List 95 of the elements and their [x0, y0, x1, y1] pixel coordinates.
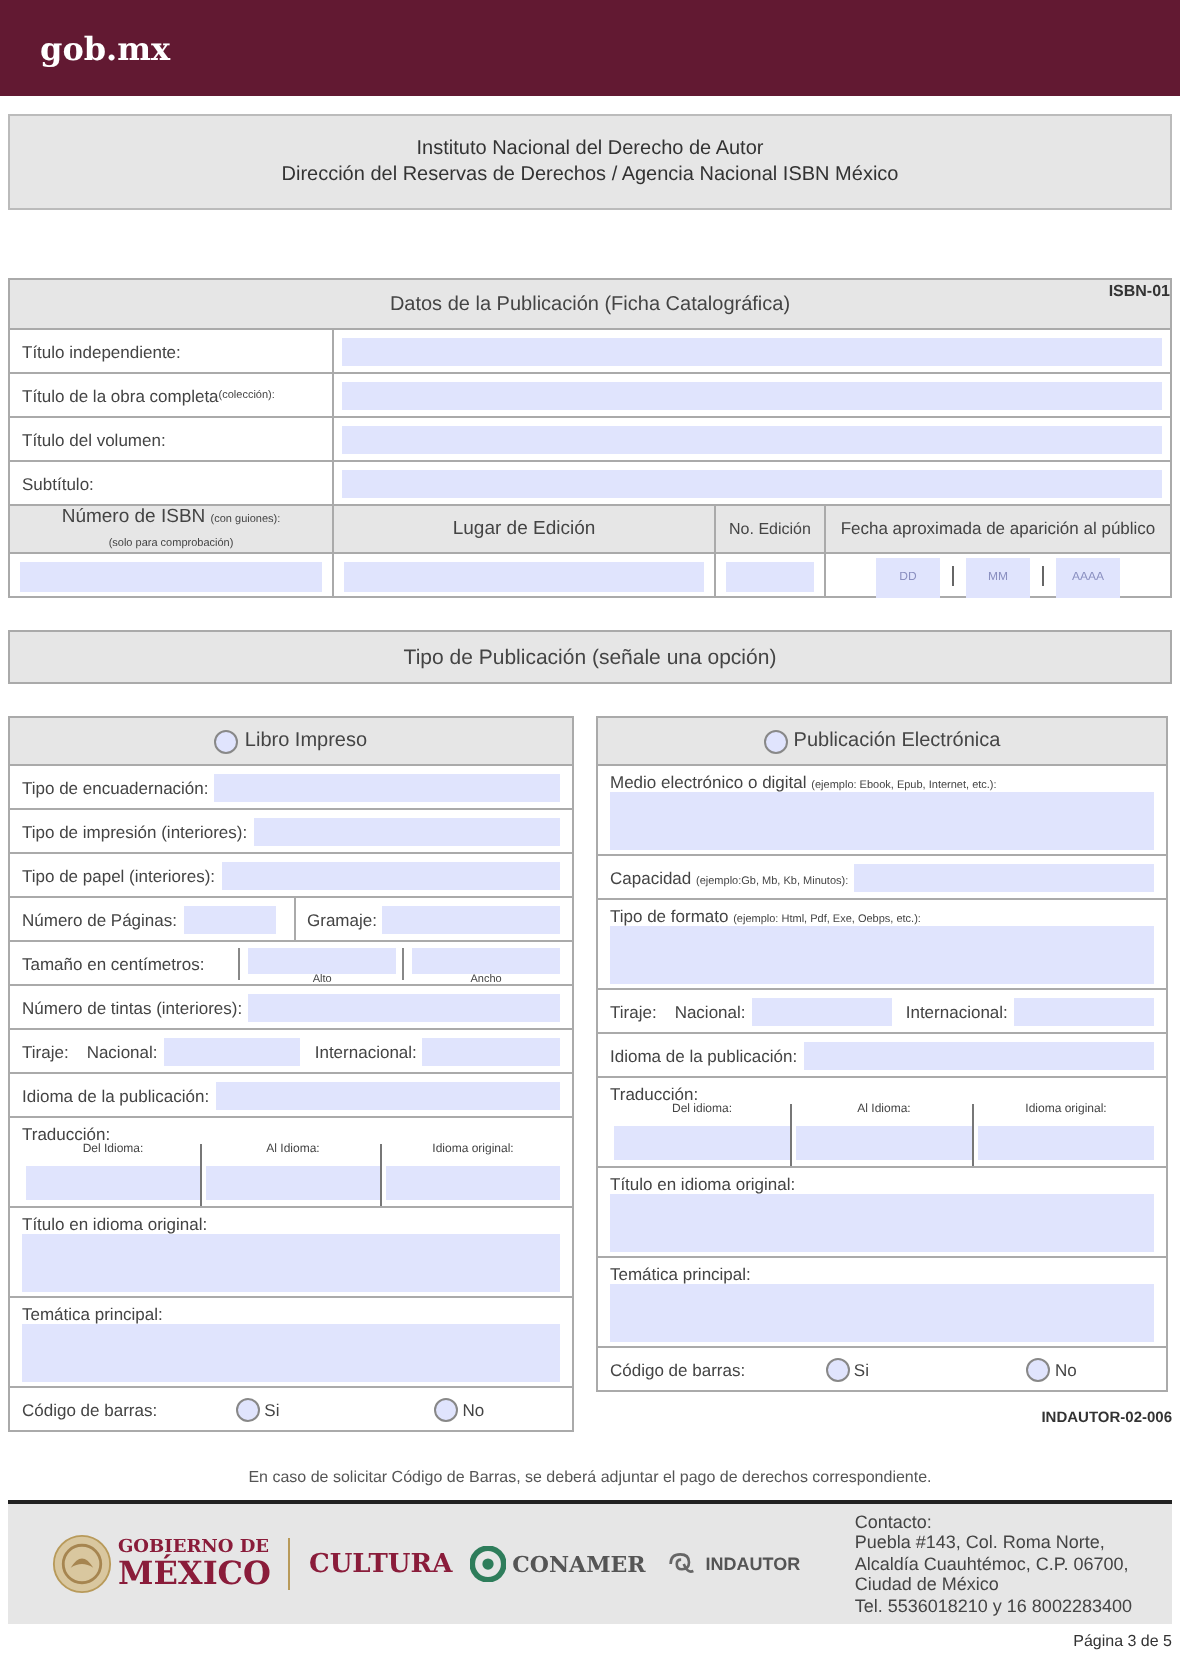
field-label: Tipo de encuadernación: — [22, 777, 209, 797]
radio-button[interactable] — [825, 1357, 850, 1381]
input-field[interactable] — [610, 792, 1154, 850]
input-field[interactable] — [1013, 997, 1155, 1025]
field-label: Título del volumen: — [10, 418, 334, 460]
input-field[interactable] — [614, 1126, 790, 1160]
field-label: Idioma de la publicación: — [610, 1045, 798, 1065]
field-label: Internacional: — [314, 1041, 417, 1061]
radio-button[interactable] — [1026, 1357, 1051, 1381]
field-label: Tiraje: — [610, 1001, 657, 1021]
field-label: Internacional: — [905, 1001, 1008, 1021]
input-field[interactable] — [20, 561, 322, 591]
radio-button[interactable] — [434, 1397, 459, 1421]
field-label: Idioma de la publicación: — [22, 1085, 210, 1105]
input-field[interactable] — [248, 947, 397, 973]
option-label: Si — [853, 1359, 869, 1379]
contact-line: Ciudad de México — [854, 1574, 1001, 1596]
input-field[interactable] — [183, 905, 275, 933]
page-number: Página 3 de 5 — [1073, 1632, 1172, 1652]
form-code: ISBN-01 — [1108, 282, 1170, 300]
input-field[interactable] — [610, 1284, 1154, 1342]
section-title: Tipo de Publicación (señale una opción) — [403, 645, 777, 669]
institution-line: Dirección del Reservas de Derechos / Agencia Nacional ISBN México — [281, 162, 899, 188]
field-label: Temática principal: — [610, 1264, 753, 1284]
option-label: Libro Impreso — [244, 730, 368, 752]
input-field[interactable] — [854, 863, 1154, 891]
input-field[interactable] — [342, 425, 1162, 453]
field-label: Tipo de impresión (interiores): — [22, 821, 248, 841]
input-field[interactable] — [206, 1166, 380, 1200]
radio-button[interactable] — [214, 729, 239, 753]
option-label: Si — [264, 1399, 280, 1419]
field-label: Gramaje: — [307, 909, 377, 929]
field-label: Número de tintas (interiores): — [22, 997, 243, 1017]
radio-button[interactable] — [236, 1397, 261, 1421]
field-label: Número de Páginas: — [22, 909, 177, 929]
input-field[interactable] — [214, 773, 560, 801]
logo-text: GOBIERNO DE — [118, 1539, 271, 1557]
field-label: Tiraje: — [22, 1041, 69, 1061]
input-field[interactable] — [726, 561, 814, 591]
input-field[interactable] — [382, 905, 560, 933]
input-field[interactable] — [26, 1166, 200, 1200]
field-label: Tamaño en centímetros: — [22, 953, 205, 973]
input-field[interactable] — [22, 1234, 560, 1292]
section-title: Datos de la Publicación (Ficha Catalográfica) — [389, 293, 791, 315]
field-label: Código de barras: — [610, 1359, 746, 1379]
field-label: Tipo de papel (interiores): — [22, 865, 216, 885]
field-label: Nacional: — [86, 1041, 158, 1061]
spiral-icon — [470, 1546, 507, 1582]
input-field[interactable] — [22, 1324, 560, 1382]
field-label: Código de barras: — [22, 1399, 158, 1419]
input-field[interactable] — [412, 947, 560, 973]
field-label: Traducción: — [22, 1124, 111, 1144]
input-field[interactable] — [342, 469, 1162, 497]
column-header: Fecha aproximada de aparición al público — [838, 520, 1158, 538]
input-field[interactable] — [163, 1037, 301, 1065]
logo-text: CONAMER — [512, 1551, 646, 1577]
logo-text: MÉXICO — [118, 1557, 271, 1589]
input-field[interactable] — [253, 817, 560, 845]
radio-button[interactable] — [763, 729, 788, 753]
institution-line: Instituto Nacional del Derecho de Autor — [416, 136, 764, 162]
input-field[interactable] — [215, 1081, 560, 1109]
input-field[interactable] — [342, 337, 1162, 365]
input-field[interactable] — [344, 561, 704, 591]
column-header: No. Edición — [729, 519, 811, 539]
contact-line: Contacto: — [854, 1511, 934, 1533]
logo-text: CULTURA — [308, 1549, 453, 1579]
input-field[interactable] — [803, 1041, 1154, 1069]
contact-line: Alcaldía Cuauhtémoc, C.P. 06700, — [854, 1553, 1131, 1575]
input-field[interactable] — [610, 926, 1154, 984]
column-header: Lugar de Edición — [452, 519, 596, 539]
input-field[interactable] — [796, 1126, 972, 1160]
input-field[interactable] — [342, 381, 1162, 409]
input-field[interactable] — [422, 1037, 561, 1065]
logo-text: INDAUTOR — [705, 1554, 801, 1574]
contact-line: Tel. 5536018210 y 16 8002283400 — [854, 1595, 1132, 1617]
input-field[interactable] — [221, 861, 560, 889]
field-label: Título independiente: — [10, 330, 334, 372]
swirl-icon — [663, 1550, 700, 1578]
input-field[interactable] — [248, 993, 560, 1021]
seal-icon — [52, 1534, 112, 1594]
field-label: Título en idioma original: — [22, 1214, 210, 1234]
site-logo: gob.mx — [40, 29, 171, 67]
option-label: No — [1054, 1359, 1077, 1379]
field-label: Temática principal: — [22, 1304, 165, 1324]
input-field[interactable] — [978, 1126, 1154, 1160]
contact-line: Puebla #143, Col. Roma Norte, — [854, 1532, 1107, 1554]
field-label: Traducción: — [610, 1084, 699, 1104]
option-label: No — [462, 1399, 485, 1419]
field-label: Título en idioma original: — [610, 1174, 798, 1194]
option-label: Publicación Electrónica — [793, 730, 1001, 752]
input-field[interactable] — [386, 1166, 560, 1200]
footnote-text: En caso de solicitar Código de Barras, se deberá adjuntar el pago de derechos correspondiente. — [246, 1468, 934, 1490]
input-field[interactable] — [610, 1194, 1154, 1252]
input-field[interactable] — [751, 997, 892, 1025]
field-label: Nacional: — [674, 1001, 746, 1021]
